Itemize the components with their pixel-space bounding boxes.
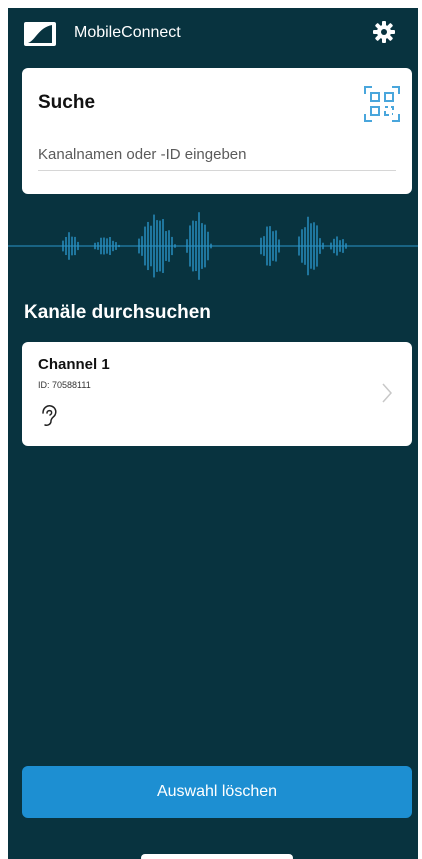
home-indicator	[141, 854, 293, 859]
app-screen: MobileConnect Suche Kanalnamen oder -ID …	[8, 8, 418, 859]
search-title: Suche	[38, 92, 96, 113]
chevron-right-icon[interactable]	[380, 382, 394, 404]
clear-selection-button[interactable]: Auswahl löschen	[22, 766, 412, 818]
qr-code-scan-icon[interactable]	[362, 84, 402, 124]
search-card: Suche	[22, 68, 412, 194]
app-title: MobileConnect	[74, 24, 181, 41]
gear-icon[interactable]	[372, 20, 396, 44]
audio-waveform	[8, 212, 418, 280]
channel-name: Channel 1	[38, 356, 110, 373]
section-title: Kanäle durchsuchen	[24, 302, 211, 323]
sennheiser-logo-icon	[24, 22, 56, 46]
ear-icon	[38, 404, 60, 428]
search-input[interactable]	[38, 138, 396, 171]
app-header: MobileConnect	[8, 8, 418, 58]
channel-card[interactable]: Channel 1 ID: 70588111	[22, 342, 412, 446]
channel-id: ID: 70588111	[38, 380, 91, 390]
